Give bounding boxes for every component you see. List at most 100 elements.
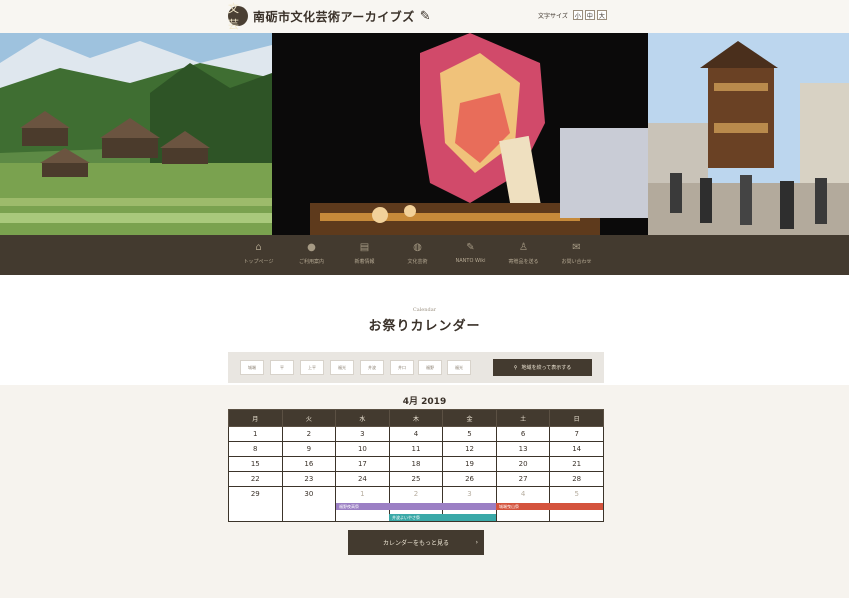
nav-item-news[interactable]: ▤ 新着情報 <box>338 241 391 265</box>
calendar-day[interactable]: 26 <box>442 471 497 487</box>
region-option[interactable]: 井口 <box>390 360 414 375</box>
nav-item-label: ご利用案内 <box>298 259 324 265</box>
hero-banner <box>0 33 849 235</box>
news-icon: ▤ <box>359 242 370 253</box>
more-button-label: カレンダーをもっと見る <box>382 540 449 547</box>
region-option[interactable]: 上平 <box>300 360 324 375</box>
calendar-week-row: 1 2 3 4 5 6 7 <box>228 426 604 442</box>
village-photo <box>0 33 272 235</box>
section-title: お祭りカレンダー <box>368 319 481 334</box>
region-filter: 城端 平 上平 福光 井波 井口 福野 福光 ⚲ 地域を絞って表示する <box>228 352 604 383</box>
nav-item-contact[interactable]: ✉ お問い合わせ <box>550 241 603 265</box>
calendar-day[interactable]: 29 <box>228 486 283 522</box>
calendar-day[interactable]: 7 <box>549 426 604 442</box>
font-size-label: 文字サイズ <box>538 12 568 20</box>
calendar-day[interactable]: 8 <box>228 441 283 457</box>
nav-item-label: 新着情報 <box>354 259 375 265</box>
filter-button-label: 地域を絞って表示する <box>521 365 572 371</box>
daytime-float-photo <box>648 33 849 235</box>
site-logo[interactable]: 文芸 南砺市文化芸術アーカイブズ ✎ <box>228 2 431 31</box>
calendar-week-row: 8 9 10 11 12 13 14 <box>228 441 604 457</box>
calendar-day[interactable]: 3 <box>335 426 390 442</box>
calendar-day[interactable]: 6 <box>495 426 551 442</box>
calendar-day[interactable]: 30 <box>281 486 337 522</box>
nav-item-label: お問い合わせ <box>561 259 592 265</box>
nav-item-label: 文化芸術 <box>407 259 428 265</box>
calendar-day[interactable]: 22 <box>228 471 283 487</box>
calendar-day[interactable]: 21 <box>549 456 604 472</box>
chevron-right-icon: › <box>475 539 478 546</box>
calendar-day[interactable]: 27 <box>495 471 551 487</box>
calendar-week-row: 22 23 24 25 26 27 28 <box>228 471 604 487</box>
region-option[interactable]: 福光 <box>330 360 354 375</box>
nav-item-label: 寄贈品を送る <box>508 259 539 265</box>
nav-item-wiki[interactable]: ✎ NANTO Wiki <box>444 241 497 265</box>
calendar-day[interactable]: 20 <box>495 456 551 472</box>
calendar-day[interactable]: 10 <box>335 441 390 457</box>
weekday-header: 土 <box>495 409 551 427</box>
calendar-day[interactable]: 18 <box>388 456 444 472</box>
nav-item-top[interactable]: ⌂ トップページ <box>232 241 285 265</box>
site-title: 南砺市文化芸術アーカイブズ <box>253 9 415 24</box>
nav-item-guide[interactable]: ● ご利用案内 <box>285 241 338 265</box>
calendar-weekday-row: 月 火 水 木 金 土 日 <box>228 409 604 427</box>
global-nav: ⌂ トップページ ● ご利用案内 ▤ 新着情報 ◍ 文化芸術 ✎ NANTO W… <box>0 235 849 275</box>
calendar-day[interactable]: 23 <box>281 471 337 487</box>
section-subtitle: Calendar <box>412 307 437 313</box>
font-size-large-button[interactable]: 大 <box>596 10 607 20</box>
pen-icon: ✎ <box>419 8 431 24</box>
weekday-header: 日 <box>549 409 604 427</box>
region-option[interactable]: 福野 <box>418 360 442 375</box>
calendar-day[interactable]: 14 <box>549 441 604 457</box>
weekday-header: 月 <box>228 409 283 427</box>
calendar-day[interactable]: 11 <box>388 441 444 457</box>
event-bar[interactable]: 福野夜高祭 <box>336 503 496 510</box>
region-option[interactable]: 井波 <box>360 360 384 375</box>
culture-icon: ◍ <box>413 242 422 253</box>
calendar-day[interactable]: 5 <box>442 426 497 442</box>
calendar-day[interactable]: 13 <box>495 441 551 457</box>
calendar-day[interactable]: 24 <box>335 471 390 487</box>
site-header: 文芸 南砺市文化芸術アーカイブズ ✎ 文字サイズ 小 中 大 <box>0 0 849 33</box>
font-size-small-button[interactable]: 小 <box>572 10 583 20</box>
font-size-medium-button[interactable]: 中 <box>584 10 595 20</box>
calendar-week-row: 15 16 17 18 19 20 21 <box>228 456 604 472</box>
calendar-header-section: Calendar お祭りカレンダー 城端 平 上平 福光 井波 井口 福野 福光… <box>0 275 849 385</box>
region-option[interactable]: 福光 <box>447 360 471 375</box>
calendar-day[interactable]: 12 <box>442 441 497 457</box>
calendar-day[interactable]: 4 <box>388 426 444 442</box>
weekday-header: 水 <box>335 409 390 427</box>
nav-item-donate[interactable]: ♙ 寄贈品を送る <box>497 241 550 265</box>
calendar-day[interactable]: 28 <box>549 471 604 487</box>
mail-icon: ✉ <box>572 242 581 253</box>
weekday-header: 火 <box>281 409 337 427</box>
calendar-day[interactable]: 17 <box>335 456 390 472</box>
calendar-day[interactable]: 16 <box>281 456 337 472</box>
more-calendar-button[interactable]: カレンダーをもっと見る › <box>348 530 484 555</box>
region-option[interactable]: 平 <box>270 360 294 375</box>
info-icon: ● <box>307 242 316 253</box>
festival-float-photo <box>272 33 648 235</box>
calendar-day[interactable]: 9 <box>281 441 337 457</box>
pencil-icon: ✎ <box>466 242 475 253</box>
home-icon: ⌂ <box>255 242 262 253</box>
font-size-switcher: 文字サイズ 小 中 大 <box>538 10 607 20</box>
calendar-day[interactable]: 15 <box>228 456 283 472</box>
calendar-day[interactable]: 1 <box>228 426 283 442</box>
event-bar[interactable]: 井波よいやさ祭 <box>389 514 496 521</box>
region-option[interactable]: 城端 <box>240 360 264 375</box>
calendar-day[interactable]: 19 <box>442 456 497 472</box>
nav-item-culture[interactable]: ◍ 文化芸術 <box>391 241 444 265</box>
calendar-day[interactable]: 2 <box>281 426 337 442</box>
calendar-day[interactable]: 25 <box>388 471 444 487</box>
nav-item-label: NANTO Wiki <box>455 258 486 264</box>
weekday-header: 木 <box>388 409 444 427</box>
filter-region-button[interactable]: ⚲ 地域を絞って表示する <box>493 359 592 376</box>
nav-item-label: トップページ <box>243 259 274 265</box>
event-bar[interactable]: 城端曳山祭 <box>496 503 603 510</box>
weekday-header: 金 <box>442 409 497 427</box>
calendar-month-label: 4月 2019 <box>402 397 447 407</box>
people-icon: ♙ <box>519 242 528 253</box>
logo-mark: 文芸 <box>228 2 248 31</box>
search-icon: ⚲ <box>513 364 518 371</box>
